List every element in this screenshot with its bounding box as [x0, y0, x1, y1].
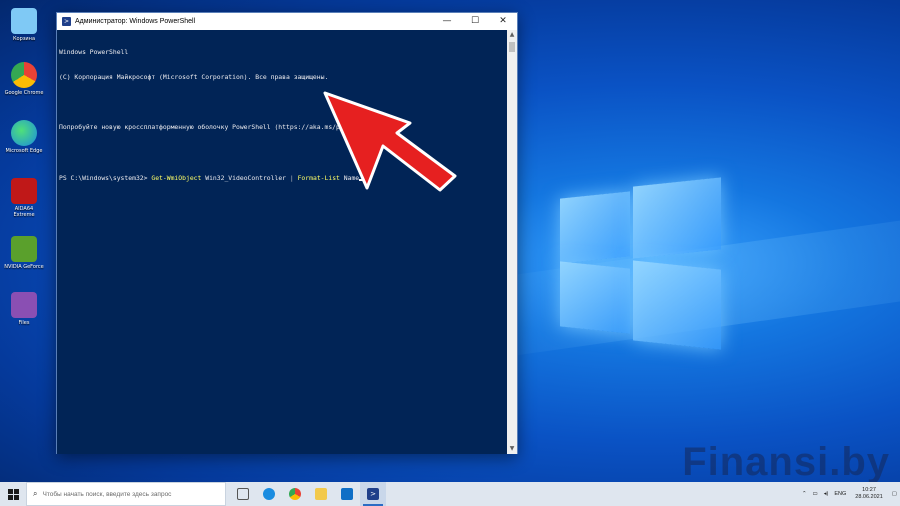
- folder-icon: [315, 488, 327, 500]
- clock-date: 28.06.2021: [855, 494, 883, 500]
- desktop-icon-edge[interactable]: Microsoft Edge: [4, 120, 44, 154]
- windows-logo-wallpaper: [462, 150, 900, 400]
- desktop-icon-aida64[interactable]: AIDA64 Extreme: [4, 178, 44, 218]
- language-indicator[interactable]: ENG: [834, 491, 846, 497]
- scroll-thumb[interactable]: [509, 42, 515, 52]
- powershell-icon: >: [367, 488, 379, 500]
- red-arrow-annotation: [323, 91, 457, 192]
- chevron-up-icon[interactable]: ⌃: [802, 491, 807, 497]
- notification-icon[interactable]: ▢: [892, 491, 897, 497]
- task-view-icon: [237, 488, 249, 500]
- edge-icon: [263, 488, 275, 500]
- windows-start-icon: [7, 488, 19, 500]
- taskbar-mail[interactable]: [334, 482, 360, 506]
- desktop-icon-recycle-bin[interactable]: Корзина: [4, 8, 44, 42]
- desktop-icon-nvidia[interactable]: NVIDIA GeForce: [4, 236, 44, 270]
- search-icon: ⌕: [33, 489, 38, 498]
- console-line: (С) Корпорация Майкрософт (Microsoft Cor…: [59, 73, 329, 82]
- taskbar: ⌕ Чтобы начать поиск, введите здесь запр…: [0, 482, 900, 506]
- start-button[interactable]: [0, 482, 26, 506]
- desktop-icon-files[interactable]: Files: [4, 292, 44, 326]
- volume-icon[interactable]: ◂): [824, 491, 829, 497]
- taskbar-powershell[interactable]: >: [360, 482, 386, 506]
- powershell-window[interactable]: > Администратор: Windows PowerShell — ☐ …: [56, 12, 518, 454]
- taskbar-chrome[interactable]: [282, 482, 308, 506]
- taskbar-task-view[interactable]: [230, 482, 256, 506]
- edge-icon: [11, 120, 37, 146]
- window-title: Администратор: Windows PowerShell: [75, 18, 196, 25]
- taskbar-search-box[interactable]: ⌕ Чтобы начать поиск, введите здесь запр…: [26, 482, 226, 506]
- scroll-up-icon[interactable]: ▲: [507, 30, 517, 40]
- taskbar-edge[interactable]: [256, 482, 282, 506]
- console-prompt: PS C:\Windows\system32>: [59, 173, 152, 182]
- powershell-icon: >: [62, 17, 71, 26]
- mail-icon: [341, 488, 353, 500]
- maximize-button[interactable]: ☐: [461, 13, 489, 30]
- close-button[interactable]: ✕: [489, 13, 517, 30]
- command-argument: Win32_VideoController: [201, 173, 290, 182]
- nvidia-icon: [11, 236, 37, 262]
- scroll-down-icon[interactable]: ▼: [507, 444, 517, 454]
- console-line: Windows PowerShell: [59, 47, 129, 56]
- search-placeholder: Чтобы начать поиск, введите здесь запрос: [42, 490, 172, 498]
- recycle-bin-icon: [11, 8, 37, 34]
- taskbar-file-explorer[interactable]: [308, 482, 334, 506]
- clock[interactable]: 10:27 28.06.2021: [855, 487, 883, 501]
- chrome-icon: [289, 488, 301, 500]
- window-titlebar[interactable]: > Администратор: Windows PowerShell — ☐ …: [57, 13, 517, 30]
- files-icon: [11, 292, 37, 318]
- minimize-button[interactable]: —: [433, 13, 461, 30]
- command-get-wmiobject: Get-WmiObject: [151, 173, 202, 182]
- vertical-scrollbar[interactable]: ▲ ▼: [507, 30, 517, 454]
- system-tray: ⌃ ▭ ◂) ENG 10:27 28.06.2021 ▢: [799, 482, 900, 506]
- desktop-icon-chrome[interactable]: Google Chrome: [4, 62, 44, 96]
- aida64-icon: [11, 178, 37, 204]
- chrome-icon: [11, 62, 37, 88]
- watermark: Finansi.by: [682, 440, 890, 484]
- network-icon[interactable]: ▭: [813, 491, 818, 497]
- clock-time: 10:27: [862, 487, 876, 493]
